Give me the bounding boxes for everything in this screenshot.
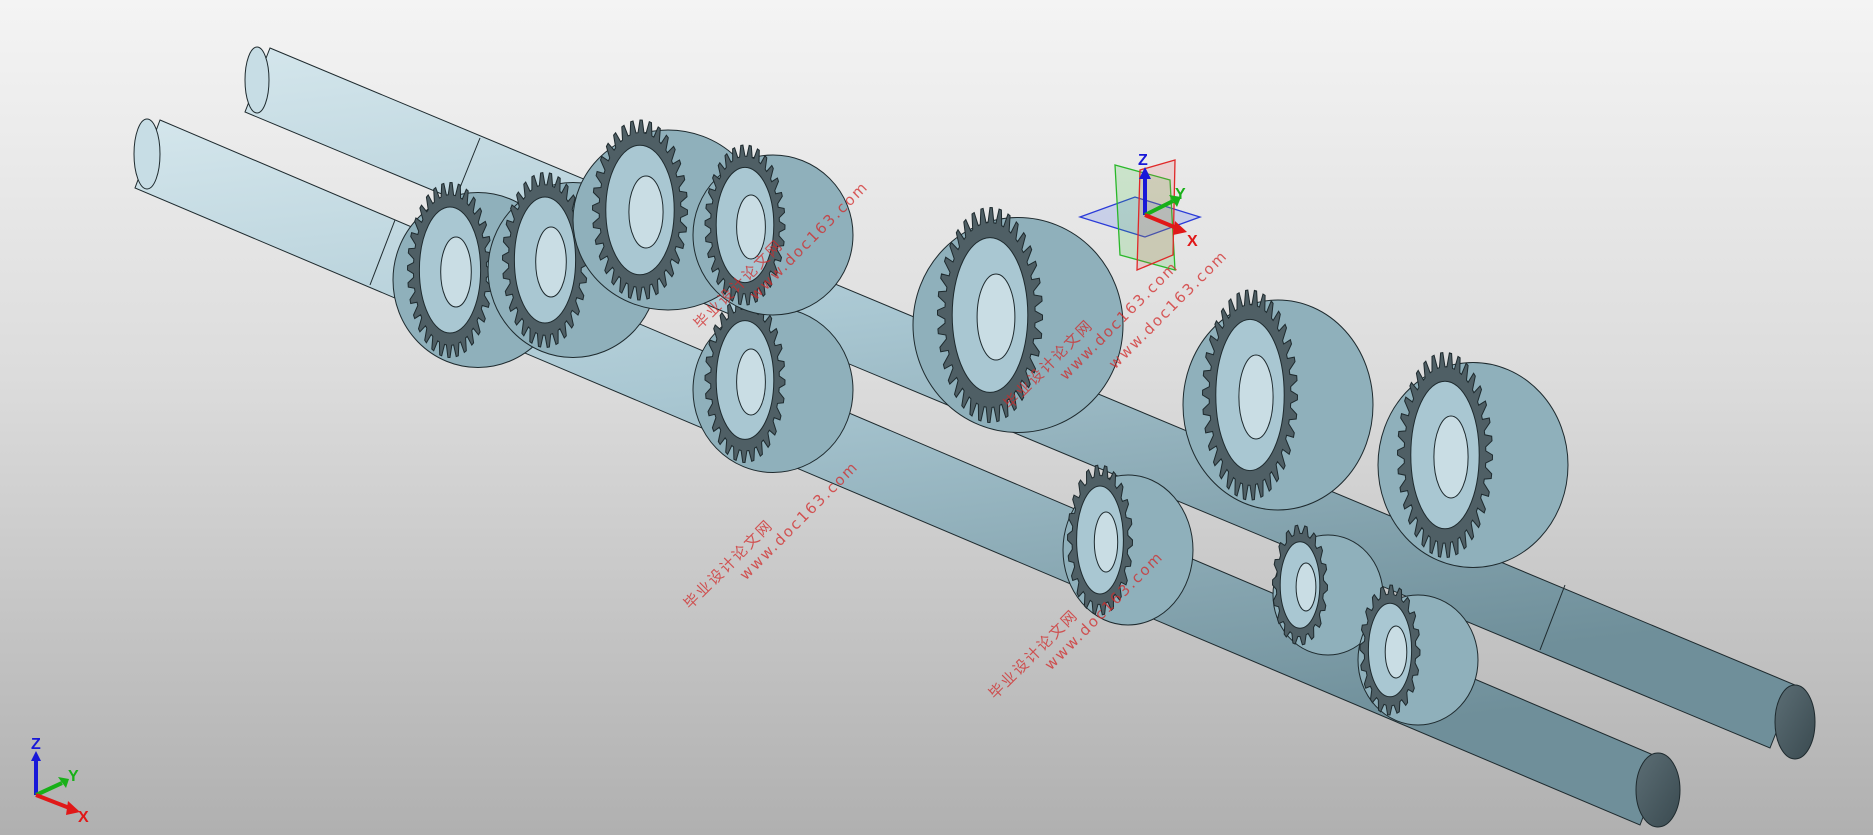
upper-shaft-end bbox=[1774, 684, 1816, 760]
view-triad[interactable]: Z Y X bbox=[31, 736, 89, 826]
model-triad[interactable]: Z Y X bbox=[1077, 152, 1203, 271]
view-y-axis bbox=[35, 781, 63, 797]
view-y-label: Y bbox=[68, 768, 79, 785]
view-z-label: Z bbox=[31, 736, 41, 753]
gearbox-model[interactable]: Z Y X Z Y X bbox=[0, 0, 1873, 835]
gear-set[interactable] bbox=[392, 119, 1569, 726]
gear[interactable] bbox=[1377, 352, 1569, 568]
cad-viewport[interactable]: Z Y X Z Y X 毕业设计论文网 www.doc163.com 毕业设计论文… bbox=[0, 0, 1873, 835]
z-label: Z bbox=[1138, 152, 1148, 169]
lower-shaft-end bbox=[1635, 752, 1681, 828]
gear[interactable] bbox=[1182, 289, 1374, 511]
y-label: Y bbox=[1175, 186, 1186, 203]
view-x-axis bbox=[35, 793, 73, 811]
x-label: X bbox=[1187, 233, 1198, 250]
view-x-label: X bbox=[78, 809, 89, 826]
